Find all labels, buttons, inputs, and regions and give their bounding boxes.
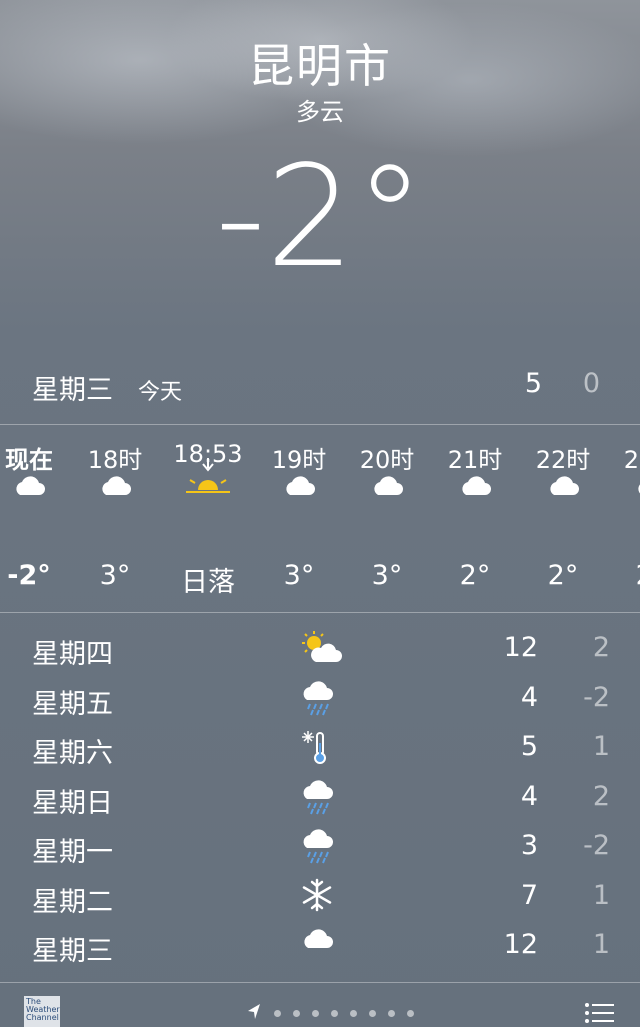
hourly-item: 21时 2° bbox=[430, 428, 520, 612]
hourly-time: 18时 bbox=[87, 446, 143, 474]
hourly-value: -2° bbox=[7, 560, 51, 591]
page-dot[interactable] bbox=[312, 1010, 319, 1017]
page-dot[interactable] bbox=[369, 1010, 376, 1017]
divider bbox=[0, 424, 640, 425]
daily-low: 2 bbox=[592, 780, 610, 812]
daily-high: 12 bbox=[503, 929, 538, 960]
daily-row: 星期五 4 -2 bbox=[32, 678, 618, 728]
cloud-icon bbox=[70, 474, 160, 514]
daily-low: 1 bbox=[592, 929, 610, 960]
daily-high: 12 bbox=[503, 632, 538, 663]
hourly-item: 22时 2° bbox=[518, 428, 608, 612]
hourly-value: 3° bbox=[283, 560, 315, 591]
page-dot[interactable] bbox=[274, 1010, 281, 1017]
today-label: 今天 bbox=[138, 380, 183, 405]
snowflake-icon bbox=[300, 878, 342, 918]
cloud-icon bbox=[300, 927, 342, 967]
daily-low: 1 bbox=[592, 879, 610, 911]
today-day: 星期三 bbox=[32, 375, 113, 406]
hourly-value: 3° bbox=[99, 560, 131, 591]
hourly-item: 现在 -2° bbox=[0, 428, 74, 612]
page-dot[interactable] bbox=[350, 1010, 357, 1017]
page-dot[interactable] bbox=[293, 1010, 300, 1017]
hourly-time: 21时 bbox=[447, 446, 503, 474]
hourly-item: 19时 3° bbox=[254, 428, 344, 612]
daily-day: 星期六 bbox=[32, 738, 113, 769]
daily-high: 4 bbox=[520, 681, 538, 713]
hourly-time: 22时 bbox=[535, 446, 591, 474]
hourly-time: 20时 bbox=[359, 446, 415, 474]
hourly-forecast[interactable]: 现在-2°18时3°18:53日落19时3°20时3°21时2°22时2°23时… bbox=[0, 428, 640, 612]
rain-icon bbox=[300, 680, 342, 720]
today-low: 0 bbox=[582, 368, 600, 399]
daily-day: 星期三 bbox=[32, 936, 113, 967]
rain-icon bbox=[300, 779, 342, 819]
hourly-value: 2° bbox=[606, 560, 640, 591]
cloud-icon bbox=[430, 474, 520, 514]
rain-icon bbox=[300, 828, 342, 868]
hourly-item: 18:53 日落 bbox=[163, 428, 253, 612]
hourly-time: 23时 bbox=[623, 446, 640, 474]
partly-sunny-icon bbox=[300, 630, 342, 670]
divider bbox=[0, 982, 640, 983]
city-name: 昆明市 bbox=[248, 39, 392, 93]
daily-day: 星期一 bbox=[32, 837, 113, 868]
daily-high: 3 bbox=[520, 830, 538, 861]
daily-high: 7 bbox=[520, 879, 538, 911]
weather-channel-logo[interactable]: The Weather Channel bbox=[24, 996, 60, 1027]
hourly-value: 2° bbox=[459, 560, 491, 591]
hourly-item: 20时 3° bbox=[342, 428, 432, 612]
cloud-icon bbox=[518, 474, 608, 514]
cloud-icon bbox=[0, 474, 74, 514]
current-temperature: -2° bbox=[215, 136, 425, 299]
page-dot[interactable] bbox=[407, 1010, 414, 1017]
daily-day: 星期四 bbox=[32, 639, 113, 670]
daily-row: 星期一 3 -2 bbox=[32, 826, 618, 876]
cloud-icon bbox=[254, 474, 344, 514]
daily-day: 星期二 bbox=[32, 886, 113, 918]
daily-forecast[interactable]: 星期四 12 2 星期五 4 -2 星期六 5 1 星期日 4 2 星期一 3 -2 星期二 7 1 星期三 12 1 bbox=[32, 628, 618, 975]
hourly-value: 3° bbox=[371, 560, 403, 591]
daily-high: 5 bbox=[520, 731, 538, 762]
cloud-icon bbox=[606, 474, 640, 514]
page-dot[interactable] bbox=[331, 1010, 338, 1017]
daily-low: -2 bbox=[583, 681, 610, 713]
hourly-item: 18时 3° bbox=[70, 428, 160, 612]
current-condition: 多云 bbox=[296, 98, 344, 126]
page-dot[interactable] bbox=[388, 1010, 395, 1017]
daily-low: 2 bbox=[592, 632, 610, 663]
daily-row: 星期二 7 1 bbox=[32, 876, 618, 926]
daily-row: 星期六 5 1 bbox=[32, 727, 618, 777]
daily-row: 星期日 4 2 bbox=[32, 777, 618, 827]
hourly-time: 19时 bbox=[271, 446, 327, 474]
footer-toolbar: The Weather Channel bbox=[0, 990, 640, 1027]
daily-low: -2 bbox=[583, 830, 610, 861]
divider bbox=[0, 612, 640, 613]
daily-low: 1 bbox=[592, 731, 610, 762]
hourly-item: 23时 2° bbox=[606, 428, 640, 612]
today-high: 5 bbox=[524, 368, 542, 399]
hourly-time: 现在 bbox=[5, 446, 53, 474]
hourly-value: 日落 bbox=[181, 567, 235, 598]
sunset-icon bbox=[163, 458, 253, 498]
daily-row: 星期四 12 2 bbox=[32, 628, 618, 678]
cold-thermometer-icon bbox=[300, 729, 342, 769]
daily-day: 星期日 bbox=[32, 787, 113, 819]
daily-day: 星期五 bbox=[32, 688, 113, 720]
list-icon[interactable] bbox=[584, 1002, 616, 1024]
daily-high: 4 bbox=[520, 780, 538, 812]
location-arrow-icon bbox=[248, 1004, 260, 1019]
cloud-icon bbox=[342, 474, 432, 514]
daily-row: 星期三 12 1 bbox=[32, 925, 618, 975]
today-summary: 星期三 今天 5 0 bbox=[32, 368, 616, 408]
hourly-value: 2° bbox=[547, 560, 579, 591]
